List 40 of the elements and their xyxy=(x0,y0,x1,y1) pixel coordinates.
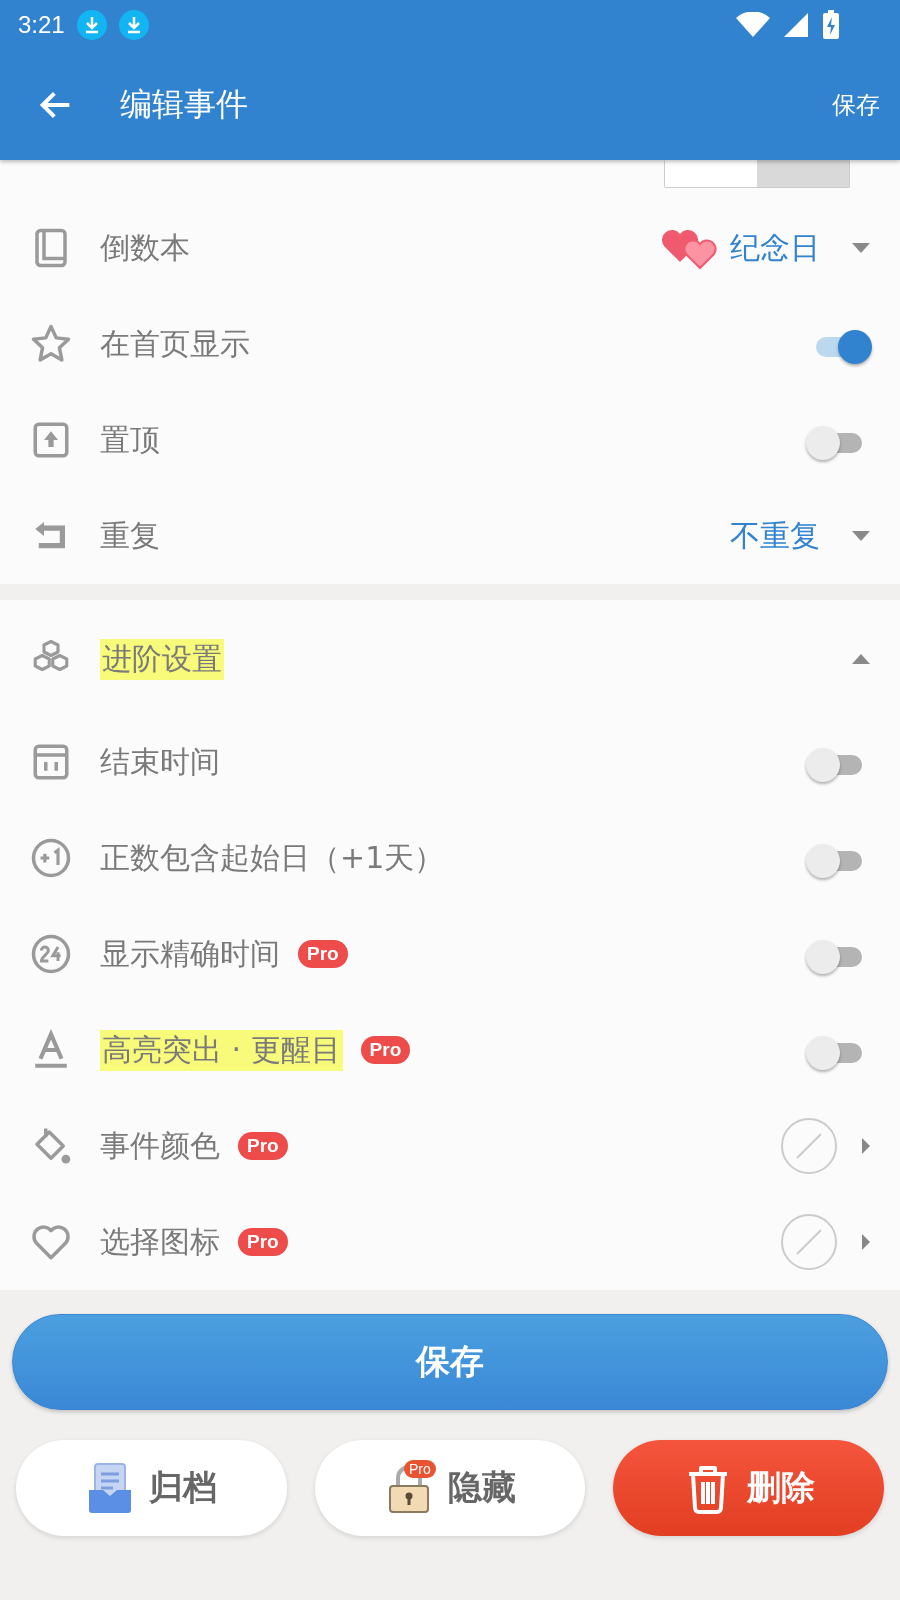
no-selection-icon[interactable] xyxy=(780,1213,838,1271)
wifi-icon xyxy=(736,12,770,38)
setting-label: 高亮突出 · 更醒目 xyxy=(100,1029,343,1071)
setting-label: 正数包含起始日（+1天） xyxy=(100,838,445,877)
signal-icon xyxy=(782,12,810,38)
status-time: 3:21 xyxy=(18,11,65,39)
setting-label: 结束时间 xyxy=(100,742,220,781)
pro-badge: Pro xyxy=(360,1036,411,1064)
chevron-right-icon[interactable] xyxy=(860,1232,872,1252)
chevron-right-icon[interactable] xyxy=(860,1136,872,1156)
setting-icon xyxy=(30,837,72,879)
setting-label: 置顶 xyxy=(100,420,160,459)
battery-icon xyxy=(822,10,840,40)
collapse-caret-icon[interactable] xyxy=(850,652,872,666)
save-button[interactable]: 保存 xyxy=(12,1314,888,1410)
pro-badge: Pro xyxy=(404,1460,436,1478)
delete-button[interactable]: 删除 xyxy=(613,1440,884,1536)
setting-label: 重复 xyxy=(100,516,160,555)
pro-badge: Pro xyxy=(298,940,348,968)
hide-button[interactable]: Pro 隐藏 xyxy=(314,1440,586,1536)
download-icon xyxy=(118,10,149,40)
setting-icon xyxy=(30,323,72,365)
archive-button[interactable]: 归档 xyxy=(16,1440,287,1536)
setting-label: 选择图标 xyxy=(100,1222,220,1261)
dropdown-caret-icon[interactable] xyxy=(850,241,872,255)
section-title: 进阶设置 xyxy=(100,638,224,680)
dropdown-caret-icon[interactable] xyxy=(850,529,872,543)
setting-label: 在首页显示 xyxy=(100,324,250,363)
setting-label: 倒数本 xyxy=(100,228,190,267)
no-selection-icon[interactable] xyxy=(780,1117,838,1175)
download-icon xyxy=(76,10,107,40)
pro-badge: Pro xyxy=(238,1132,288,1160)
setting-label: 显示精确时间 xyxy=(100,934,280,973)
setting-icon xyxy=(30,933,72,975)
setting-label: 事件颜色 xyxy=(100,1126,220,1165)
select-value[interactable]: 纪念日 xyxy=(730,227,820,269)
page-title: 编辑事件 xyxy=(120,84,249,125)
save-action[interactable]: 保存 xyxy=(832,89,880,121)
select-value[interactable]: 不重复 xyxy=(730,515,820,557)
pro-badge: Pro xyxy=(238,1228,288,1256)
